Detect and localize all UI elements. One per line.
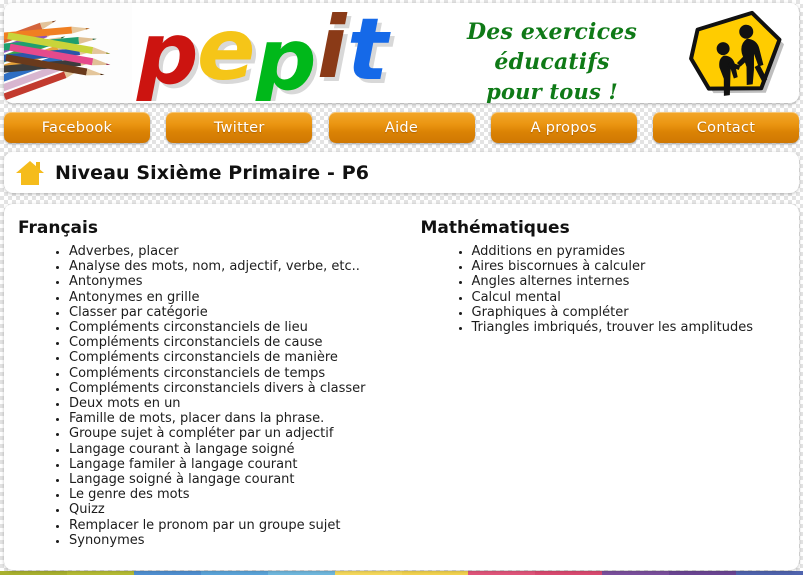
topic-list-item[interactable]: Classer par catégorie [69, 305, 408, 321]
main-navigation: Facebook Twitter Aide A propos Contact [4, 112, 799, 143]
topic-list-item[interactable]: Groupe sujet à compléter par un adjectif [69, 427, 408, 442]
topic-list-item[interactable]: Compléments circonstanciels de lieu [69, 320, 408, 336]
subject-columns: Français Adverbes, placerAnalyse des mot… [4, 204, 799, 549]
nav-contact[interactable]: Contact [653, 112, 799, 143]
topic-list-item[interactable]: Compléments circonstanciels divers à cla… [69, 381, 408, 397]
topic-list-item[interactable]: Angles alternes internes [472, 275, 800, 290]
topic-list-item[interactable]: Compléments circonstanciels de cause [69, 335, 408, 351]
topic-list-item[interactable]: Compléments circonstanciels de manière [69, 351, 408, 366]
site-tagline: Des exercices éducatifs pour tous ! [417, 17, 687, 103]
topic-list-item[interactable]: Graphiques à compléter [472, 305, 800, 321]
color-strip-segment [669, 571, 737, 575]
home-icon[interactable] [15, 159, 45, 187]
nav-aide[interactable]: Aide [328, 112, 475, 143]
topic-list-item[interactable]: Quizz [69, 503, 408, 518]
color-strip-segment [401, 571, 469, 575]
color-strip-segment [200, 571, 268, 575]
nav-a-propos[interactable]: A propos [490, 112, 637, 143]
color-strip-segment [66, 571, 134, 575]
site-logo[interactable]: p p e e p p i i t t [135, 5, 415, 101]
topic-list-item[interactable]: Analyse des mots, nom, adjectif, verbe, … [69, 259, 408, 275]
topic-list-item[interactable]: Deux mots en un [69, 396, 408, 412]
content-panel: Français Adverbes, placerAnalyse des mot… [4, 204, 799, 570]
topic-list-item[interactable]: Calcul mental [472, 290, 800, 306]
section-heading-mathematiques: Mathématiques [420, 218, 570, 238]
color-strip-segment [602, 571, 670, 575]
section-heading-francais: Français [18, 218, 98, 238]
column-mathematiques: Mathématiques Additions en pyramidesAire… [408, 218, 800, 549]
color-strip-segment [334, 571, 402, 575]
topic-list-item[interactable]: Antonymes en grille [69, 290, 408, 306]
school-crossing-sign-icon [683, 9, 791, 101]
topic-list-item[interactable]: Additions en pyramides [472, 244, 800, 260]
color-strip-segment [267, 571, 335, 575]
topic-list-item[interactable]: Langage soigné à langage courant [69, 472, 408, 488]
nav-twitter[interactable]: Twitter [166, 112, 313, 143]
svg-text:i: i [317, 5, 348, 98]
topic-list-item[interactable]: Compléments circonstanciels de temps [69, 366, 408, 382]
topic-list-item[interactable]: Langage courant à langage soigné [69, 442, 408, 458]
svg-text:t: t [347, 5, 391, 100]
color-strip-segment [535, 571, 603, 575]
topic-list-mathematiques: Additions en pyramidesAires biscornues à… [408, 244, 800, 336]
nav-facebook[interactable]: Facebook [4, 112, 150, 143]
tagline-line-1: Des exercices éducatifs [467, 19, 637, 75]
tagline-line-2: pour tous ! [486, 79, 618, 103]
topic-list-item[interactable]: Adverbes, placer [69, 244, 408, 260]
topic-list-item[interactable]: Aires biscornues à calculer [472, 259, 800, 275]
topic-list-item[interactable]: Famille de mots, placer dans la phrase. [69, 411, 408, 427]
topic-list-item[interactable]: Le genre des mots [69, 487, 408, 503]
topic-list-francais: Adverbes, placerAnalyse des mots, nom, a… [16, 244, 408, 549]
svg-text:e: e [197, 5, 255, 100]
color-strip-segment [0, 571, 67, 575]
svg-text:p: p [254, 10, 317, 101]
color-strip-segment [736, 571, 803, 575]
topic-list-item[interactable]: Synonymes [69, 533, 408, 549]
footer-color-strip [0, 571, 803, 575]
topic-list-item[interactable]: Langage familer à langage courant [69, 457, 408, 473]
colored-pencils-image [4, 3, 132, 103]
svg-text:p: p [136, 5, 199, 101]
topic-list-item[interactable]: Antonymes [69, 275, 408, 290]
topic-list-item[interactable]: Remplacer le pronom par un groupe sujet [69, 518, 408, 534]
color-strip-segment [468, 571, 536, 575]
column-francais: Français Adverbes, placerAnalyse des mot… [4, 218, 408, 549]
color-strip-segment [133, 571, 201, 575]
topic-list-item[interactable]: Triangles imbriqués, trouver les amplitu… [472, 320, 800, 336]
page-header-bar: Niveau Sixième Primaire - P6 [4, 152, 799, 193]
site-banner: p p e e p p i i t t Des exercices éducat… [4, 3, 799, 103]
page-title: Niveau Sixième Primaire - P6 [55, 161, 370, 184]
